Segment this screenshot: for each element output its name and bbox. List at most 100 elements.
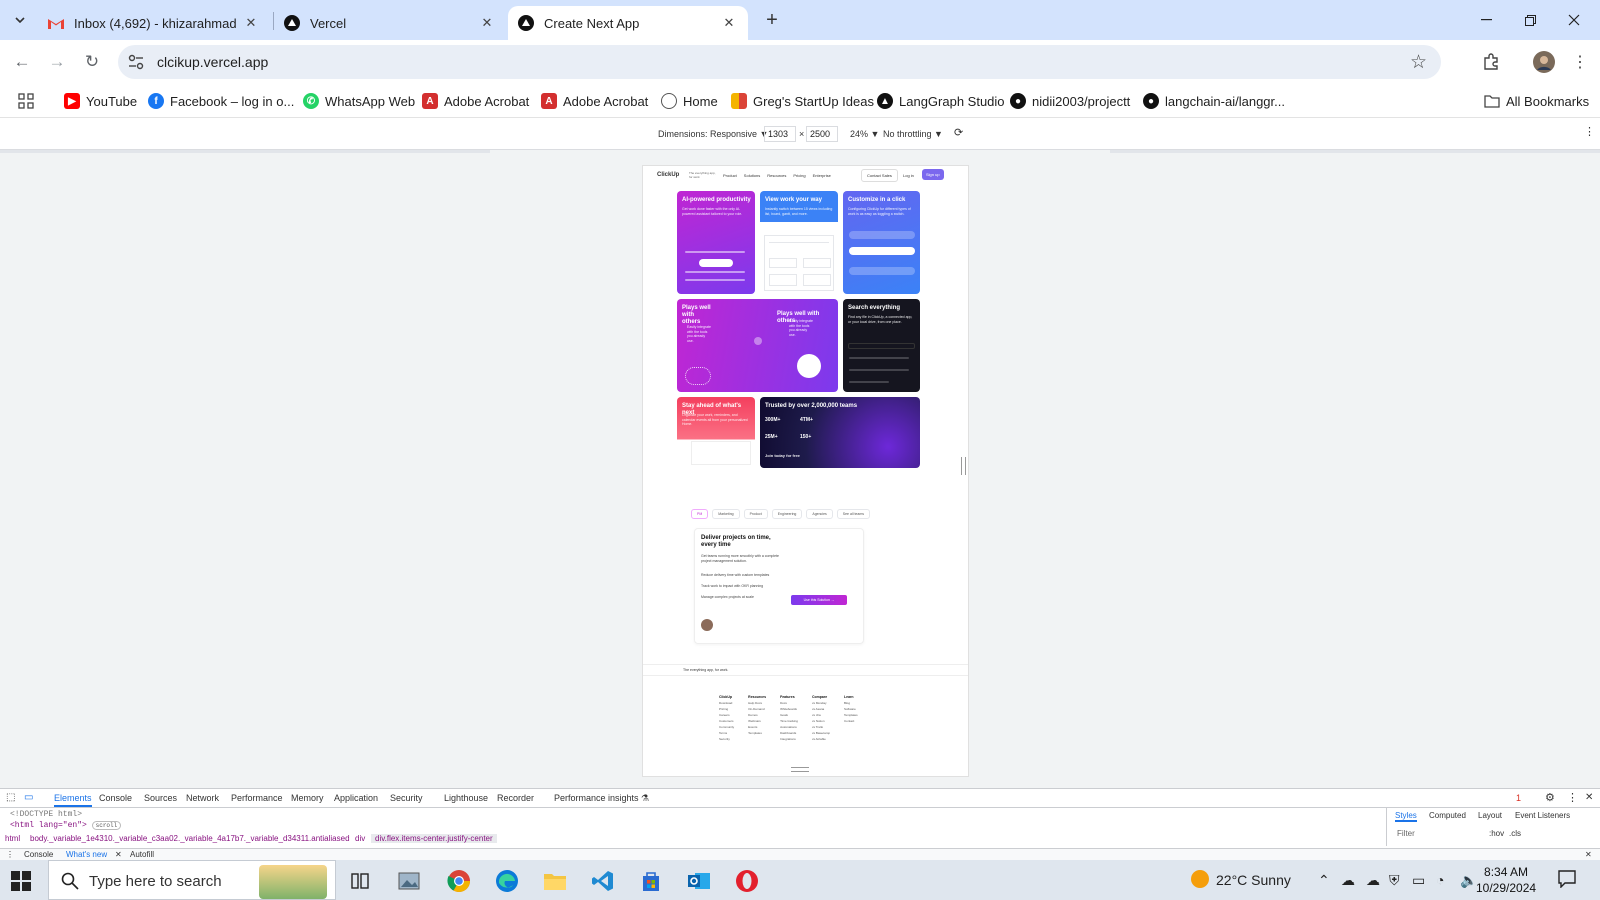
close-icon[interactable]: ✕ [1585, 792, 1593, 803]
bookmark-star-icon[interactable]: ☆ [1410, 51, 1427, 74]
drawer-tab-autofill[interactable]: Autofill [130, 850, 154, 859]
bookmark-whatsapp[interactable]: ✆ WhatsApp Web [303, 92, 415, 110]
solution-tab[interactable]: Engineering [771, 509, 803, 519]
device-toggle-icon[interactable]: ▭ [24, 792, 33, 803]
reload-button[interactable]: ↻ [78, 48, 106, 76]
computed-tab[interactable]: Computed [1429, 811, 1466, 820]
more-vert-icon[interactable]: ⋮ [6, 850, 14, 859]
extensions-button[interactable] [1479, 50, 1503, 74]
solution-tab[interactable]: PM [691, 509, 709, 519]
battery-icon[interactable]: ▭ [1412, 872, 1425, 889]
tab-gmail[interactable]: Inbox (4,692) - khizarahmad333 ✕ [38, 6, 270, 40]
weather-icon[interactable] [1190, 869, 1210, 892]
drawer-tab-whats-new[interactable]: What's new [66, 850, 107, 859]
windows-start-icon[interactable] [10, 870, 32, 892]
devtools-tab-performance[interactable]: Performance [231, 793, 283, 803]
taskbar-app-file-explorer[interactable] [542, 868, 568, 894]
contact-sales-button[interactable]: Contact Sales [861, 169, 898, 182]
footer-link[interactable]: Security [719, 736, 734, 742]
forward-button[interactable]: → [43, 48, 71, 76]
taskbar-app-edge[interactable] [494, 868, 520, 894]
devtools-tab-memory[interactable]: Memory [291, 793, 324, 803]
devtools-tab-console[interactable]: Console [99, 793, 132, 803]
solution-tab[interactable]: See all teams [836, 509, 870, 519]
cloud-icon[interactable]: ☁ [1366, 872, 1380, 889]
restore-button[interactable] [1508, 6, 1552, 34]
taskbar-app-outlook[interactable] [686, 868, 712, 894]
devtools-tab-lighthouse[interactable]: Lighthouse [444, 793, 488, 803]
bookmark-github-projectt[interactable]: ● nidii2003/projectt [1010, 92, 1130, 110]
volume-icon[interactable]: 🔈 [1460, 872, 1477, 889]
nav-link[interactable]: Product [723, 173, 737, 178]
close-icon[interactable]: ✕ [242, 15, 260, 31]
task-view-button[interactable] [347, 868, 373, 894]
event-listeners-tab[interactable]: Event Listeners [1515, 811, 1570, 820]
back-button[interactable]: ← [8, 48, 36, 76]
devtools-tab-performance-insights[interactable]: Performance insights ⚗ [554, 793, 649, 804]
card-cta[interactable]: Join today for free [765, 453, 800, 459]
use-solution-button[interactable]: Use this Solution → [791, 595, 847, 605]
taskbar-app-chrome[interactable] [446, 868, 472, 894]
security-shield-icon[interactable]: ⛨ [1389, 872, 1400, 889]
breadcrumb-item-selected[interactable]: div.flex.items-center.justify-center [371, 834, 497, 843]
tab-search-button[interactable] [6, 8, 34, 32]
taskbar-app-photos[interactable] [396, 868, 422, 894]
layout-tab[interactable]: Layout [1478, 811, 1502, 820]
hov-toggle[interactable]: :hov [1489, 829, 1504, 838]
minimize-button[interactable] [1464, 6, 1508, 34]
bookmark-adobe-acrobat[interactable]: A Adobe Acrobat [422, 92, 529, 110]
close-icon[interactable]: ✕ [1585, 850, 1592, 859]
scroll-badge[interactable]: scroll [91, 821, 122, 830]
close-window-button[interactable] [1552, 6, 1596, 34]
settings-gear-icon[interactable]: ⚙ [1545, 791, 1555, 804]
footer-link[interactable]: Contact [844, 718, 858, 724]
bookmark-gregs-startup-ideas[interactable]: Greg's StartUp Ideas [731, 92, 874, 110]
styles-tab[interactable]: Styles [1395, 811, 1417, 822]
devtools-tab-sources[interactable]: Sources [144, 793, 177, 803]
rotate-icon[interactable]: ⟳ [954, 126, 963, 139]
tab-create-next-app[interactable]: Create Next App ✕ [508, 6, 748, 40]
breadcrumb-item[interactable]: html [5, 834, 20, 843]
error-count-badge[interactable]: 1 [1516, 793, 1521, 803]
width-input[interactable]: 1303 [764, 126, 796, 142]
bookmark-adobe-acrobat-2[interactable]: A Adobe Acrobat [541, 92, 648, 110]
signup-button[interactable]: Sign up [922, 169, 944, 180]
taskbar-search-box[interactable]: Type here to search [48, 860, 336, 900]
drawer-tab-console[interactable]: Console [24, 850, 53, 859]
system-clock[interactable]: 8:34 AM 10/29/2024 [1476, 864, 1536, 896]
solution-tab[interactable]: Agencies [806, 509, 833, 519]
taskbar-app-vscode[interactable] [590, 868, 616, 894]
breadcrumb-item[interactable]: body._variable_1e4310._variable_c3aa02._… [30, 834, 350, 843]
breadcrumb-item[interactable]: div [355, 834, 365, 843]
bookmark-facebook[interactable]: f Facebook – log in o... [148, 92, 294, 110]
nav-link[interactable]: Resources [767, 173, 786, 178]
devtools-tab-network[interactable]: Network [186, 793, 219, 803]
more-vert-icon[interactable]: ⋮ [1584, 125, 1595, 138]
resize-handle-bottom[interactable] [791, 767, 809, 772]
bookmark-youtube[interactable]: ▶ YouTube [64, 92, 137, 110]
address-bar[interactable]: clcikup.vercel.app ☆ [118, 45, 1441, 79]
devtools-tab-application[interactable]: Application [334, 793, 378, 803]
close-icon[interactable]: ✕ [720, 15, 738, 31]
bookmark-langgraph-studio[interactable]: ▲ LangGraph Studio [877, 92, 1005, 110]
notification-icon[interactable] [1558, 870, 1576, 891]
throttling-select[interactable]: No throttling ▼ [883, 129, 943, 139]
taskbar-app-store[interactable] [638, 868, 664, 894]
profile-avatar[interactable] [1532, 50, 1556, 74]
footer-link[interactable]: vs Airtable [812, 736, 830, 742]
height-input[interactable]: 2500 [806, 126, 838, 142]
footer-link[interactable]: Integrations [780, 736, 798, 742]
all-bookmarks-button[interactable]: All Bookmarks [1484, 92, 1589, 110]
solution-tab[interactable]: Product [743, 509, 768, 519]
nav-link[interactable]: Pricing [793, 173, 805, 178]
bookmark-github-langgraph[interactable]: ● langchain-ai/langgr... [1143, 92, 1285, 110]
weather-text[interactable]: 22°C Sunny [1216, 872, 1291, 888]
wifi-icon[interactable]: ◔ [1436, 872, 1444, 888]
taskbar-app-opera[interactable] [734, 868, 760, 894]
resize-handle-right[interactable] [961, 457, 966, 475]
site-logo[interactable]: ClickUp [657, 172, 679, 178]
chevron-up-icon[interactable]: ⌃ [1318, 872, 1330, 889]
cloud-icon[interactable]: ☁ [1341, 872, 1355, 889]
zoom-select[interactable]: 24% ▼ [850, 129, 879, 139]
bookmark-home[interactable]: Home [661, 92, 718, 110]
